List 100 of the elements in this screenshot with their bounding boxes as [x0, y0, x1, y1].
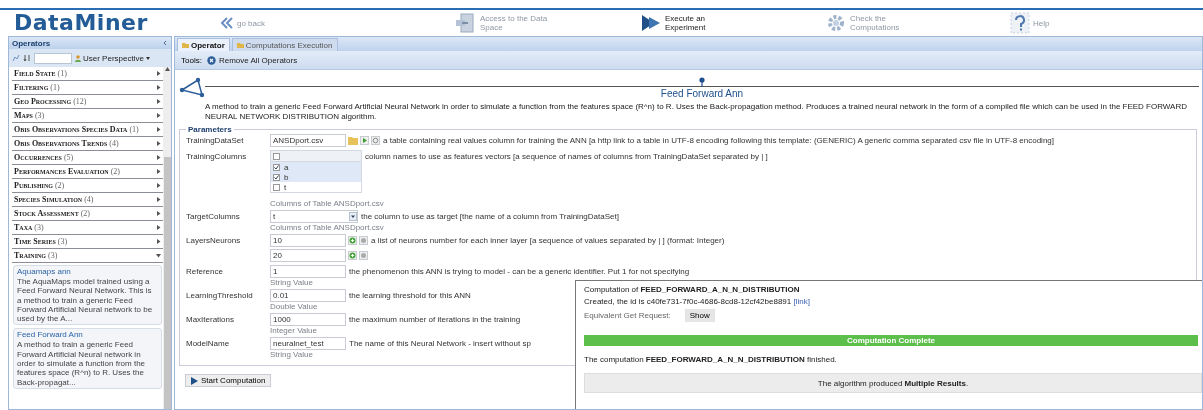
parameter-label: LayersNeurons — [186, 235, 242, 245]
result-message: The algorithm produced Multiple Results. — [817, 378, 969, 388]
operator-title: Feed Forward Ann — [17, 330, 84, 341]
operator-description: A method to train a generic Feed Forward Artificial Neural network in order to simulate a function from the features space (R^n) to R. Uses the Back-propagat... — [17, 340, 147, 387]
expand-arrow-icon[interactable] — [156, 141, 161, 146]
parameter-description: column names to use as features vectors [a sequence of names of columns from TrainingDataSet separated by | ] — [364, 151, 768, 161]
expand-arrow-icon[interactable] — [156, 253, 161, 258]
parameter-label: TargetColumns — [186, 211, 241, 221]
expand-arrow-icon[interactable] — [156, 99, 161, 104]
expand-arrow-icon[interactable] — [156, 113, 161, 118]
operator-category[interactable]: Publishing (2) — [12, 179, 163, 193]
panel-title: Operators — [12, 38, 51, 48]
text-field[interactable]: 10 — [270, 234, 346, 247]
parameter-description: the learning threshold for this ANN — [348, 290, 471, 300]
parameter-description: the maximum number of iterations in the training — [348, 314, 521, 324]
checkbox[interactable] — [273, 163, 280, 171]
value-type-hint: Columns of Table ANSDport.csv — [269, 199, 384, 210]
column-name: t — [284, 182, 287, 192]
operator-category[interactable]: Obis Observations Trends (4) — [12, 137, 163, 151]
folder-icon — [236, 42, 244, 48]
operator-description: A method to train a generic Feed Forward Artificial Neural Network in order to simulate a function from the features space (R^n) to R. Uses the Back-propagation method. Produces a trained neural network in the form of a compiled file which can be used in the FEED FORWARD NEURAL NETWORK DISTRIBUTION algorithm. — [205, 102, 1188, 121]
parameter-label: MaxIterations — [186, 314, 236, 324]
column-select[interactable]: t — [270, 210, 358, 223]
user-perspective-menu[interactable]: User Perspective — [75, 53, 150, 63]
remove-all-button[interactable]: Remove All Operators — [206, 55, 298, 65]
start-computation-button[interactable]: Start Computation — [185, 374, 272, 387]
collapse-icon[interactable] — [162, 40, 168, 46]
operator-category[interactable]: Field State (1) — [12, 67, 163, 81]
operator-category[interactable]: Time Series (3) — [12, 235, 163, 249]
caret-icon — [145, 56, 150, 60]
expand-arrow-icon[interactable] — [156, 197, 161, 202]
parameter-description: the column to use as target [the name of a column from TrainingDataSet] — [360, 211, 619, 221]
parameter-description: the phenomenon this ANN is trying to model - can be a generic identifier. Put 1 for not specifying — [348, 266, 690, 276]
nav-tab[interactable]: Execute an Experiment — [640, 13, 825, 33]
expand-arrow-icon[interactable] — [156, 155, 161, 160]
parameter-description: a table containing real values column for training the ANN [a http link to a table in UTF-8 encoding following this template: (GENERIC) A generic comma separated csv file in UTF-8 encoding] — [382, 135, 1054, 145]
checkbox[interactable] — [273, 183, 280, 191]
expand-arrow-icon[interactable] — [156, 169, 161, 174]
dropdown-icon — [349, 212, 357, 221]
operator-category[interactable]: Training (3) — [12, 249, 163, 263]
expand-arrow-icon[interactable] — [156, 183, 161, 188]
search-field[interactable] — [34, 52, 72, 64]
database-door-icon[interactable] — [455, 13, 477, 33]
value-type-hint: Double Value — [269, 302, 318, 313]
play-icon[interactable] — [360, 136, 369, 145]
scroll-up-icon[interactable] — [164, 67, 170, 71]
status-message: The computation FEED_FORWARD_A_N_N_DISTRIBUTION finished. — [584, 355, 838, 364]
play-arrows-icon[interactable] — [640, 13, 662, 33]
cancel-icon[interactable] — [371, 136, 380, 145]
text-field[interactable]: 1 — [270, 265, 346, 278]
double-chevron-icon[interactable] — [220, 17, 234, 29]
help-icon[interactable] — [1010, 12, 1030, 34]
text-field[interactable]: 1000 — [270, 313, 346, 326]
operator-card[interactable]: Feed Forward Ann A method to train a generic Feed Forward Artificial Neural network in order to simulate a function from the features space (R^n) to R. Uses the Back-propagat... — [13, 328, 162, 389]
operator-category[interactable]: Species Simulation (4) — [12, 193, 163, 207]
operator-category[interactable]: Performances Evaluation (2) — [12, 165, 163, 179]
text-field[interactable]: ANSDport.csv — [270, 134, 346, 147]
column-name: a — [284, 162, 289, 172]
operator-category[interactable]: Stock Assessment (2) — [12, 207, 163, 221]
operator-category[interactable]: Geo Processing (12) — [12, 95, 163, 109]
dataminer-logo: DataMiner — [14, 11, 149, 35]
scrollbar-thumb[interactable] — [163, 157, 171, 409]
value-type-hint: Integer Value — [269, 326, 317, 337]
column-name: b — [284, 172, 289, 182]
text-field[interactable]: 0.01 — [270, 289, 346, 302]
checkbox[interactable] — [273, 173, 280, 181]
value-type-hint: String Value — [269, 278, 313, 289]
expand-arrow-icon[interactable] — [156, 71, 161, 76]
tab[interactable]: Operator — [177, 38, 230, 51]
pin-icon — [699, 77, 705, 87]
show-button[interactable]: Show — [684, 309, 715, 322]
expand-arrow-icon[interactable] — [156, 239, 161, 244]
operator-title: Feed Forward Ann — [660, 88, 744, 99]
checkbox[interactable] — [273, 152, 280, 160]
operator-category[interactable]: Obis Observations Species Data (1) — [12, 123, 163, 137]
parameter-description: The name of this Neural Network - insert without sp — [348, 338, 531, 348]
columns-grid[interactable]: a b t — [270, 150, 362, 193]
play-icon — [191, 376, 198, 385]
request-label: Equivalent Get Request: — [584, 311, 671, 320]
link[interactable]: [link] — [793, 297, 810, 306]
expand-arrow-icon[interactable] — [156, 211, 161, 216]
remove-icon — [206, 55, 216, 65]
text-field[interactable]: neuralnet_test — [270, 337, 346, 350]
operator-category[interactable]: Maps (3) — [12, 109, 163, 123]
folder-icon — [182, 42, 189, 48]
progress-bar: Computation Complete — [584, 335, 1198, 346]
expand-arrow-icon[interactable] — [156, 225, 161, 230]
text-field[interactable]: 20 — [270, 249, 346, 262]
parameters-legend: Parameters — [186, 125, 234, 134]
add-icon[interactable] — [348, 251, 357, 260]
operator-category[interactable]: Occurrences (5) — [12, 151, 163, 165]
expand-arrow-icon[interactable] — [156, 127, 161, 132]
operator-category[interactable]: Filtering (1) — [12, 81, 163, 95]
value-type-hint: Columns of Table ANSDport.csv — [269, 223, 384, 234]
operator-category[interactable]: Taxa (3) — [12, 221, 163, 235]
sort-icon[interactable] — [23, 54, 31, 62]
operator-card[interactable]: Aquamaps ann The AquaMaps model trained using a Feed Forward Neural Network. This is a method to train a generic Feed Forward Artificial Neural network to be used by the A... — [13, 265, 162, 326]
expand-arrow-icon[interactable] — [156, 85, 161, 90]
add-icon[interactable] — [348, 236, 357, 245]
tab[interactable]: Computations Execution — [231, 38, 338, 51]
